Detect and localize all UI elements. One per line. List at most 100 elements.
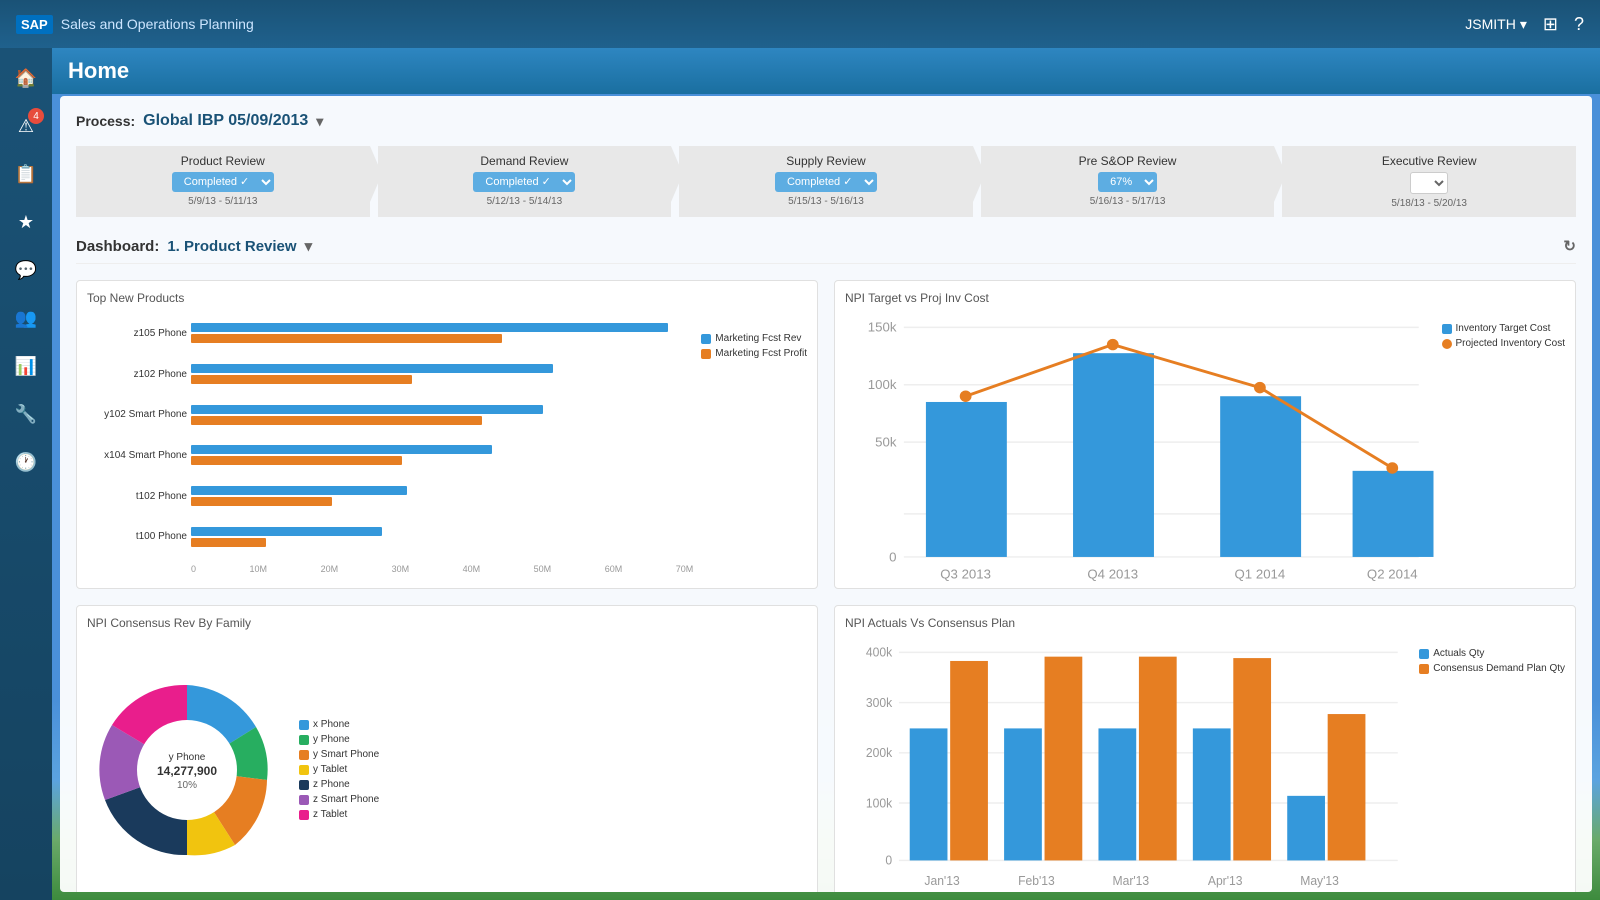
bar-blue-z102 <box>191 364 553 373</box>
bar-row-z105: z105 Phone <box>87 319 693 347</box>
chart-pie: NPI Consensus Rev By Family <box>76 605 818 892</box>
legend-label-ztablet: z Tablet <box>313 809 347 820</box>
sidebar-item-people[interactable]: 👥 <box>4 296 48 340</box>
process-name: Global IBP 05/09/2013 <box>143 112 308 130</box>
svg-text:Q1 2014: Q1 2014 <box>1235 567 1286 582</box>
bar-row-t102: t102 Phone <box>87 482 693 510</box>
bar-orange-t102 <box>191 497 332 506</box>
svg-text:300k: 300k <box>866 696 893 710</box>
step-label-pre-sop: Pre S&OP Review <box>993 154 1263 168</box>
username: JSMITH <box>1465 16 1516 32</box>
pie-legend: x Phone y Phone y Smart Phone y Tab <box>299 719 379 820</box>
svg-text:50k: 50k <box>875 435 897 450</box>
help-icon[interactable]: ? <box>1574 14 1584 35</box>
sidebar-item-reports[interactable]: 📊 <box>4 344 48 388</box>
dashboard-label: Dashboard: <box>76 238 159 255</box>
bar-row-t100: t100 Phone <box>87 523 693 551</box>
charts-grid: Top New Products z105 Phone z102 Pho <box>76 280 1576 892</box>
step-date-supply-review: 5/15/13 - 5/16/13 <box>691 196 961 207</box>
x-axis-products: 010M20M30M40M50M60M70M <box>191 564 693 574</box>
chart-top-products-title: Top New Products <box>87 291 807 305</box>
legend-item-consensus-plan: Consensus Demand Plan Qty <box>1419 663 1565 674</box>
step-label-executive-review: Executive Review <box>1294 154 1564 168</box>
bar-label-z102: z102 Phone <box>87 369 187 380</box>
step-status-pre-sop[interactable]: 67% <box>1098 172 1157 192</box>
bar-blue-y102 <box>191 405 543 414</box>
chart-actuals: NPI Actuals Vs Consensus Plan 400k <box>834 605 1576 892</box>
npi-target-legend: Inventory Target Cost Projected Inventor… <box>1442 313 1566 589</box>
svg-text:Feb'13: Feb'13 <box>1018 873 1055 887</box>
bar-orange-x104 <box>191 456 402 465</box>
actuals-legend: Actuals Qty Consensus Demand Plan Qty <box>1419 638 1565 892</box>
svg-text:10%: 10% <box>177 780 197 791</box>
step-label-supply-review: Supply Review <box>691 154 961 168</box>
legend-item-fcst-rev: Marketing Fcst Rev <box>701 333 807 344</box>
grid-icon[interactable]: ⊞ <box>1543 14 1558 35</box>
step-status-demand-review[interactable]: Completed ✓ <box>473 172 575 192</box>
sidebar-item-settings[interactable]: 🔧 <box>4 392 48 436</box>
bar-blue-z105 <box>191 323 668 332</box>
refresh-icon[interactable]: ↻ <box>1563 237 1576 255</box>
pie-section: y Phone 14,277,900 10% x Phone y Phone <box>87 638 807 892</box>
sidebar-item-alerts[interactable]: ⚠ 4 <box>4 104 48 148</box>
legend-item-inv-target: Inventory Target Cost <box>1442 323 1566 334</box>
legend-dot-fcst-rev <box>701 334 711 344</box>
bar-blue-t100 <box>191 527 382 536</box>
process-dropdown-icon[interactable]: ▾ <box>316 113 323 130</box>
legend-item-zsmartphone: z Smart Phone <box>299 794 379 805</box>
step-status-executive-review[interactable] <box>1410 172 1448 194</box>
legend-dot-zphone <box>299 780 309 790</box>
bar-label-t100: t100 Phone <box>87 531 187 542</box>
svg-text:Q4 2013: Q4 2013 <box>1087 567 1138 582</box>
step-status-supply-review[interactable]: Completed ✓ <box>775 172 877 192</box>
sidebar-item-home[interactable]: 🏠 <box>4 56 48 100</box>
legend-item-ytablet: y Tablet <box>299 764 379 775</box>
npi-target-chart-area: 150k 100k 50k 0 <box>845 313 1434 589</box>
chart-actuals-title: NPI Actuals Vs Consensus Plan <box>845 616 1565 630</box>
legend-label-ytablet: y Tablet <box>313 764 347 775</box>
legend-dot-xphone <box>299 720 309 730</box>
svg-text:0: 0 <box>889 549 896 564</box>
user-menu[interactable]: JSMITH ▾ <box>1465 16 1527 33</box>
process-steps: Product Review Completed ✓ 5/9/13 - 5/11… <box>76 146 1576 217</box>
npi-target-svg: 150k 100k 50k 0 <box>845 313 1434 589</box>
chart-top-products: Top New Products z105 Phone z102 Pho <box>76 280 818 589</box>
step-status-product-review[interactable]: Completed ✓ <box>172 172 274 192</box>
page-title: Home <box>68 58 129 83</box>
sidebar-item-messages[interactable]: 💬 <box>4 248 48 292</box>
step-date-executive-review: 5/18/13 - 5/20/13 <box>1294 198 1564 209</box>
legend-item-actuals-qty: Actuals Qty <box>1419 648 1565 659</box>
legend-label-fcst-profit: Marketing Fcst Profit <box>715 348 807 359</box>
step-date-demand-review: 5/12/13 - 5/14/13 <box>390 196 660 207</box>
bar-orange-z105 <box>191 334 502 343</box>
legend-label-actuals-qty: Actuals Qty <box>1433 648 1484 659</box>
app-title: Sales and Operations Planning <box>61 16 254 32</box>
legend-dot-actuals-qty <box>1419 649 1429 659</box>
legend-dot-proj-inv <box>1442 339 1452 349</box>
sap-logo: SAP <box>16 15 53 34</box>
svg-text:200k: 200k <box>866 746 893 760</box>
bar-label-x104: x104 Smart Phone <box>87 450 187 461</box>
sidebar-item-tasks[interactable]: 📋 <box>4 152 48 196</box>
step-date-product-review: 5/9/13 - 5/11/13 <box>88 196 358 207</box>
topbar: SAP Sales and Operations Planning JSMITH… <box>0 0 1600 48</box>
legend-label-proj-inv: Projected Inventory Cost <box>1456 338 1566 349</box>
chart-pie-title: NPI Consensus Rev By Family <box>87 616 807 630</box>
svg-text:May'13: May'13 <box>1300 873 1339 887</box>
process-header: Process: Global IBP 05/09/2013 ▾ <box>76 112 1576 130</box>
sidebar-item-favorites[interactable]: ★ <box>4 200 48 244</box>
dashboard-dropdown-icon[interactable]: ▾ <box>305 237 313 255</box>
svg-text:y Phone: y Phone <box>169 752 206 763</box>
bar-orange-z102 <box>191 375 412 384</box>
step-date-pre-sop: 5/16/13 - 5/17/13 <box>993 196 1263 207</box>
bar-label-y102: y102 Smart Phone <box>87 409 187 420</box>
main-content: Process: Global IBP 05/09/2013 ▾ Product… <box>52 88 1600 900</box>
bar-orange-t100 <box>191 538 266 547</box>
sidebar-item-history[interactable]: 🕐 <box>4 440 48 484</box>
legend-dot-fcst-profit <box>701 349 711 359</box>
user-chevron-icon[interactable]: ▾ <box>1520 16 1527 33</box>
legend-dot-ysmartphone <box>299 750 309 760</box>
legend-dot-yphone <box>299 735 309 745</box>
svg-text:0: 0 <box>885 853 892 867</box>
legend-label-xphone: x Phone <box>313 719 350 730</box>
